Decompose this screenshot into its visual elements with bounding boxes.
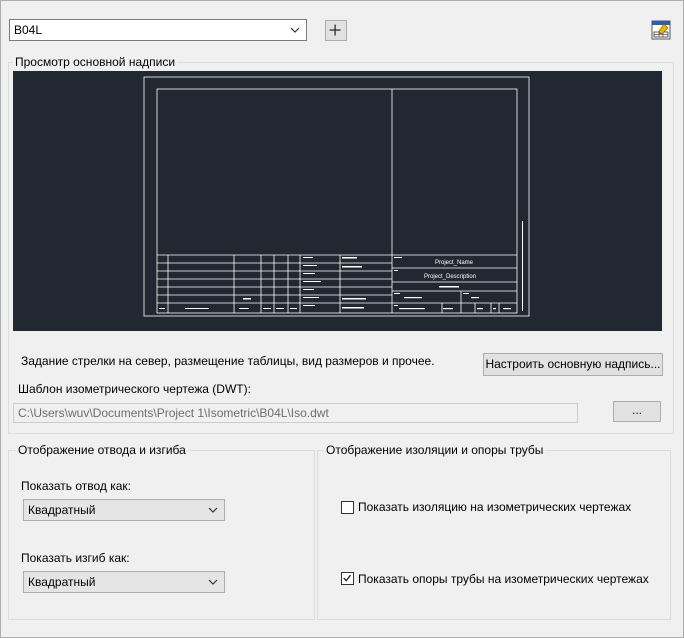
checkmark-icon xyxy=(343,574,351,582)
bend-display-value: Квадратный xyxy=(28,575,96,589)
elbow-display-dropdown[interactable]: Квадратный xyxy=(23,499,225,521)
isometric-style-dropdown[interactable]: B04L xyxy=(9,19,307,41)
template-label: Шаблон изометрического чертежа (DWT): xyxy=(18,382,251,396)
title-block-drawing: Project_Name Project_Description xyxy=(143,76,530,317)
plus-icon xyxy=(329,24,341,36)
tb-project-description: Project_Description xyxy=(424,274,476,280)
elbow-display-label: Показать отвод как: xyxy=(21,479,132,493)
elbow-display-value: Квадратный xyxy=(28,503,96,517)
bend-display-label: Показать изгиб как: xyxy=(21,551,130,565)
title-block-preview: Project_Name Project_Description xyxy=(13,71,662,331)
elbow-bend-title: Отображение отвода и изгиба xyxy=(16,443,188,457)
tb-project-name: Project_Name xyxy=(435,260,474,266)
preview-description: Задание стрелки на север, размещение таб… xyxy=(21,354,435,368)
edit-settings-icon xyxy=(651,20,671,40)
show-supports-label[interactable]: Показать опоры трубы на изометрических ч… xyxy=(358,572,649,586)
add-style-button[interactable] xyxy=(325,20,347,41)
browse-template-button[interactable]: ... xyxy=(613,401,661,422)
chevron-down-icon xyxy=(208,579,218,585)
insulation-support-title: Отображение изоляции и опоры трубы xyxy=(324,443,546,457)
template-path-value: C:\Users\wuv\Documents\Project 1\Isometr… xyxy=(18,406,329,420)
title-block-preview-title: Просмотр основной надписи xyxy=(13,55,178,69)
insulation-support-group xyxy=(317,450,671,620)
show-supports-checkbox[interactable] xyxy=(341,572,354,585)
show-insulation-checkbox[interactable] xyxy=(341,501,354,514)
template-path-field: C:\Users\wuv\Documents\Project 1\Isometr… xyxy=(13,403,578,423)
bend-display-dropdown[interactable]: Квадратный xyxy=(23,571,225,593)
isometric-style-value: B04L xyxy=(14,23,43,37)
elbow-bend-group xyxy=(8,450,315,620)
style-settings-button[interactable] xyxy=(651,20,671,40)
configure-title-block-button[interactable]: Настроить основную надпись... xyxy=(483,353,663,376)
show-insulation-label[interactable]: Показать изоляцию на изометрических черт… xyxy=(358,500,631,514)
chevron-down-icon xyxy=(208,507,218,513)
chevron-down-icon xyxy=(290,27,300,33)
